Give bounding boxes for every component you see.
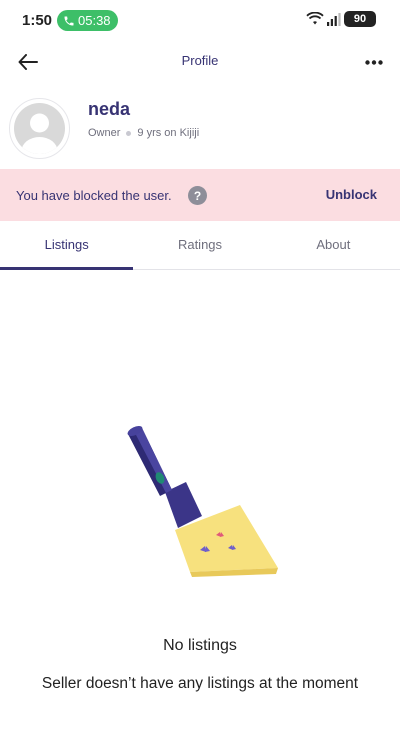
battery-level: 90 <box>353 13 367 25</box>
default-avatar-icon <box>14 103 65 154</box>
more-options-button[interactable] <box>360 48 388 76</box>
tab-about[interactable]: About <box>267 223 400 269</box>
status-bar: 1:50 05:38 90 <box>0 0 400 40</box>
blocked-message: You have blocked the user. <box>16 188 172 203</box>
flashlight-illustration <box>127 426 278 577</box>
call-timer: 05:38 <box>78 13 111 28</box>
user-role: Owner <box>88 127 121 139</box>
app-bar: Profile <box>0 40 400 84</box>
blocked-user-banner: You have blocked the user. ? Unblock <box>0 169 400 221</box>
unblock-button[interactable]: Unblock <box>326 187 377 202</box>
wifi-icon <box>306 12 324 25</box>
help-icon[interactable]: ? <box>188 186 207 205</box>
phone-icon <box>64 16 74 25</box>
page-title: Profile <box>181 53 219 68</box>
signal-icon <box>327 12 341 26</box>
status-time: 1:50 <box>22 12 53 29</box>
ongoing-call-pill[interactable]: 05:38 <box>57 10 118 31</box>
separator-dot <box>126 130 132 136</box>
user-meta: Owner 9 yrs on Kijiji <box>88 127 199 139</box>
status-icons: 90 <box>306 11 376 27</box>
more-horizontal-icon <box>365 59 383 65</box>
empty-state-title: No listings <box>163 637 237 654</box>
user-name: neda <box>88 99 131 119</box>
avatar[interactable] <box>9 98 70 159</box>
profile-tabs: Listings Ratings About <box>0 223 400 270</box>
tab-listings[interactable]: Listings <box>0 223 134 270</box>
tab-ratings[interactable]: Ratings <box>133 223 266 269</box>
empty-state-subtitle: Seller doesn’t have any listings at the … <box>41 675 359 692</box>
battery-indicator: 90 <box>344 11 376 27</box>
user-tenure: 9 yrs on Kijiji <box>137 127 200 139</box>
